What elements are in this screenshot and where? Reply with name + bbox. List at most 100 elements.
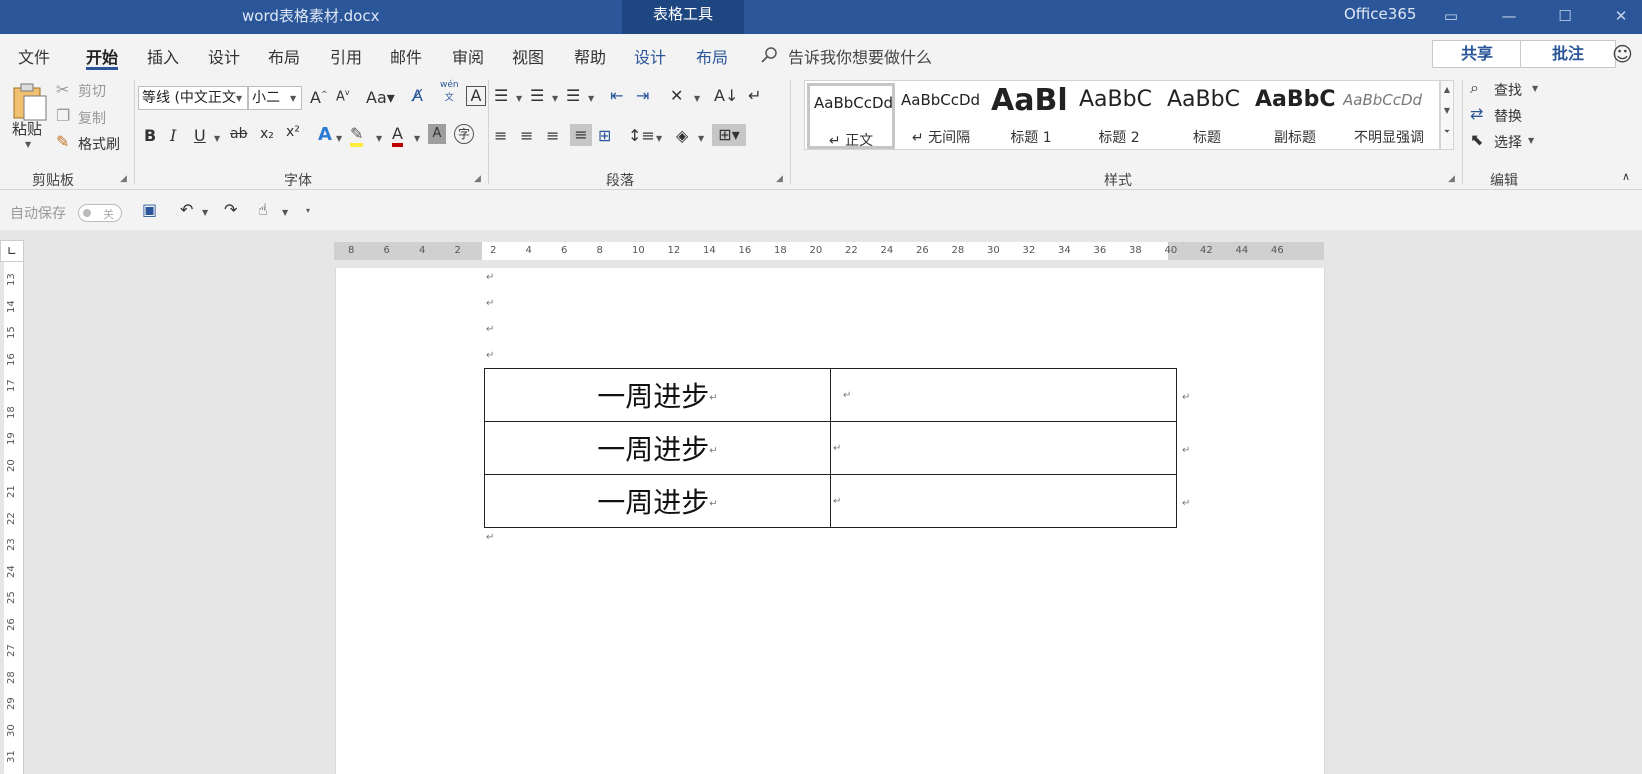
table-cell[interactable]: ↵ [830,368,1177,422]
line-spacing-icon[interactable]: ↕≡ [628,126,655,145]
select-cursor-icon[interactable]: ⬉ [1470,130,1483,149]
tab-layout[interactable]: 布局 [268,44,300,68]
align-center-icon[interactable]: ≡ [520,126,533,145]
style-heading-2[interactable]: AaBbC 标题 2 [1075,83,1163,149]
tell-me-input[interactable]: 告诉我你想要做什么 [788,44,932,68]
select-dropdown-icon[interactable]: ▼ [1528,136,1534,145]
paste-icon[interactable] [10,82,50,122]
shrink-font-icon[interactable]: Av [336,88,350,104]
tab-view[interactable]: 视图 [512,44,544,68]
comments-button[interactable]: 批注 [1520,40,1616,68]
font-size-dropdown-icon[interactable]: ▼ [290,94,296,103]
numbering-dropdown-icon[interactable]: ▼ [552,94,558,103]
document-table[interactable]: 一周进步↵ ↵ 一周进步↵ ↵ 一周进步↵ ↵ [484,368,1177,528]
replace-icon[interactable]: ⇄ [1470,104,1483,123]
find-dropdown-icon[interactable]: ▼ [1532,84,1538,93]
paste-label[interactable]: 粘贴 [12,118,42,139]
vertical-ruler[interactable]: 13 14 15 16 17 18 19 20 21 22 23 24 25 26 27 28 29 30 31 [4,262,24,774]
bullets-dropdown-icon[interactable]: ▼ [516,94,522,103]
chinese-layout-icon[interactable]: ✕ [670,86,683,105]
bold-icon[interactable]: B [144,126,156,145]
undo-dropdown-icon[interactable]: ▼ [202,208,208,217]
strikethrough-icon[interactable]: ab [230,126,247,142]
maximize-icon[interactable]: ☐ [1550,4,1580,28]
document-page[interactable]: ↵ ↵ ↵ ↵ 一周进步↵ ↵ 一周进步↵ ↵ 一周进步↵ ↵ ↵ ↵ ↵ ↵ [335,268,1325,774]
font-name-dropdown-icon[interactable]: ▼ [236,94,242,103]
underline-dropdown-icon[interactable]: ▼ [214,134,220,143]
justify-icon[interactable]: ≡ [570,124,592,146]
tab-help[interactable]: 帮助 [574,44,606,68]
style-normal[interactable]: AaBbCcDd ↵ 正文 [807,83,895,149]
text-effects-dropdown-icon[interactable]: ▼ [336,134,342,143]
account-name[interactable]: Office365 [1344,5,1416,23]
tab-table-design[interactable]: 设计 [634,44,666,68]
table-cell[interactable]: ↵ [830,474,1177,528]
styles-scroll[interactable]: ▲ ▼ ⏷ [1440,80,1454,150]
scroll-down-icon[interactable]: ▼ [1441,106,1453,115]
format-painter-icon[interactable]: ✎ [56,132,69,151]
horizontal-ruler[interactable]: 8 6 4 2 2 4 6 8 10 12 14 16 18 20 22 24 26 28 30 32 34 36 38 40… [334,242,1324,260]
highlight-dropdown-icon[interactable]: ▼ [376,134,382,143]
shading-icon[interactable]: ◈ [676,126,688,145]
font-color-dropdown-icon[interactable]: ▼ [414,134,420,143]
cut-icon[interactable]: ✂ [56,80,69,99]
close-icon[interactable]: ✕ [1606,4,1636,28]
ribbon-display-icon[interactable]: ▭ [1436,4,1466,28]
phonetic-guide-icon[interactable]: wén 文 [440,80,459,103]
tab-references[interactable]: 引用 [330,44,362,68]
copy-icon[interactable]: ❐ [56,106,70,125]
tab-file[interactable]: 文件 [18,44,50,68]
align-right-icon[interactable]: ≡ [546,126,559,145]
font-name-select[interactable]: 等线 (中文正文 [138,86,248,110]
replace-label[interactable]: 替换 [1494,106,1522,126]
tab-home[interactable]: 开始 [86,44,119,70]
font-launcher-icon[interactable]: ◢ [474,174,481,184]
character-border-icon[interactable]: A [466,86,486,106]
touch-mode-dropdown-icon[interactable]: ▼ [282,208,288,217]
enclose-characters-icon[interactable]: 字 [454,124,474,144]
find-icon[interactable]: ⌕ [1470,78,1479,98]
multilevel-list-icon[interactable]: ☰ [566,86,580,105]
numbering-icon[interactable]: ☰ [530,86,544,105]
decrease-indent-icon[interactable]: ⇤ [610,86,623,105]
undo-icon[interactable]: ↶ [180,200,193,219]
style-subtitle[interactable]: AaBbC 副标题 [1251,83,1339,149]
increase-indent-icon[interactable]: ⇥ [636,86,649,105]
format-painter-label[interactable]: 格式刷 [78,134,120,154]
style-title[interactable]: AaBbC 标题 [1163,83,1251,149]
superscript-icon[interactable]: x² [286,124,300,140]
table-cell[interactable]: 一周进步↵ [484,368,831,422]
show-marks-icon[interactable]: ↵ [748,86,761,105]
text-effects-icon[interactable]: A [318,124,332,145]
select-label[interactable]: 选择 [1494,132,1522,152]
sort-icon[interactable]: A↓ [714,86,738,105]
styles-launcher-icon[interactable]: ◢ [1448,174,1455,184]
tab-table-layout[interactable]: 布局 [696,44,728,68]
table-cell[interactable]: ↵ [830,421,1177,475]
tab-insert[interactable]: 插入 [147,44,179,68]
redo-icon[interactable]: ↷ [224,200,237,219]
line-spacing-dropdown-icon[interactable]: ▼ [656,134,662,143]
find-label[interactable]: 查找 [1494,80,1522,100]
collapse-ribbon-icon[interactable]: ∧ [1622,170,1630,183]
clipboard-launcher-icon[interactable]: ◢ [120,174,127,184]
scroll-up-icon[interactable]: ▲ [1441,85,1453,94]
subscript-icon[interactable]: x₂ [260,126,274,142]
character-shading-icon[interactable]: A [428,124,446,144]
highlight-color-icon[interactable]: ✎ [350,124,364,147]
table-cell[interactable]: 一周进步↵ [484,474,831,528]
tab-mailings[interactable]: 邮件 [390,44,422,68]
chinese-layout-dropdown-icon[interactable]: ▼ [694,94,700,103]
save-icon[interactable]: ▣ [142,200,157,219]
shading-dropdown-icon[interactable]: ▼ [698,134,704,143]
align-left-icon[interactable]: ≡ [494,126,507,145]
autosave-toggle[interactable]: 关 [78,204,122,222]
underline-icon[interactable]: U [194,126,206,145]
borders-icon[interactable]: ⊞▾ [712,124,746,146]
more-styles-icon[interactable]: ⏷ [1441,127,1453,137]
cut-label[interactable]: 剪切 [78,81,106,101]
font-color-icon[interactable]: A [392,124,403,147]
minimize-icon[interactable]: — [1494,4,1524,28]
touch-mode-icon[interactable]: ☝ [258,200,268,219]
clear-formatting-icon[interactable]: A̸ [412,86,423,105]
